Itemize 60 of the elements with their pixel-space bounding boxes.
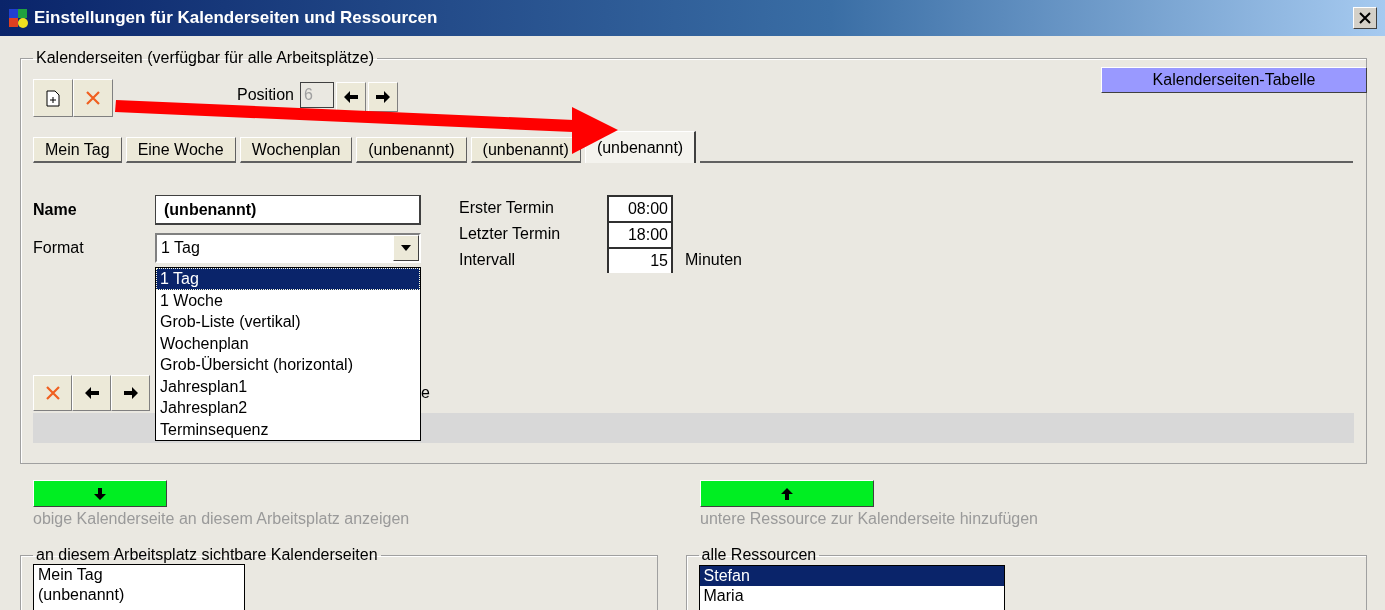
dropdown-option[interactable]: Wochenplan	[156, 332, 420, 354]
dropdown-option[interactable]: Terminsequenz	[156, 418, 420, 440]
move-left-button[interactable]	[72, 375, 111, 411]
tab[interactable]: (unbenannt)	[584, 131, 697, 163]
format-label: Format	[33, 239, 85, 257]
arrow-right-icon	[375, 91, 390, 103]
dropdown-option[interactable]: Grob-Übersicht (horizontal)	[156, 354, 420, 376]
arrow-up-icon	[781, 487, 793, 500]
time-label: Intervall	[459, 250, 517, 270]
move-right-button[interactable]	[367, 82, 398, 112]
name-field[interactable]: (unbenannt)	[155, 195, 421, 225]
hint-text: untere Ressource zur Kalenderseite hinzufügen	[700, 510, 1039, 528]
position-label: Position	[237, 86, 294, 104]
time-field[interactable]: 08:00	[607, 195, 673, 221]
format-dropdown[interactable]: 1 Tag	[155, 233, 421, 263]
tab[interactable]: (unbenannt)	[470, 137, 581, 163]
dropdown-option[interactable]: 1 Woche	[156, 289, 420, 311]
group-label: an diesem Arbeitsplatz sichtbare Kalenderseiten	[35, 546, 379, 564]
arrow-left-icon	[343, 91, 358, 103]
close-icon	[1359, 12, 1371, 24]
close-button[interactable]	[1353, 7, 1377, 29]
time-label: Letzter Termin	[459, 224, 562, 244]
remove-button[interactable]	[33, 375, 72, 411]
list-item[interactable]: (unbenannt)	[34, 585, 244, 605]
time-field[interactable]: 18:00	[607, 221, 673, 247]
arrow-left-icon	[84, 387, 99, 399]
time-field[interactable]: 15	[607, 247, 673, 273]
tab[interactable]: (unbenannt)	[356, 137, 467, 163]
list-item[interactable]: Mein Tag	[34, 565, 244, 585]
arrow-right-icon	[123, 387, 138, 399]
group-label: alle Ressourcen	[700, 546, 818, 564]
table-button[interactable]: Kalenderseiten-Tabelle	[1101, 67, 1367, 93]
label-text: e	[421, 384, 430, 402]
name-label: Name	[33, 201, 78, 219]
dropdown-option[interactable]: Grob-Liste (vertikal)	[156, 311, 420, 333]
dropdown-option[interactable]: Jahresplan1	[156, 375, 420, 397]
move-right-button[interactable]	[111, 375, 150, 411]
close-icon	[85, 90, 101, 106]
dropdown-option[interactable]: Jahresplan2	[156, 397, 420, 419]
arrow-down-icon	[94, 487, 106, 500]
list-item[interactable]: Stefan	[699, 566, 1004, 586]
tab[interactable]: Eine Woche	[125, 137, 236, 163]
add-button[interactable]	[700, 480, 874, 507]
tab[interactable]: Mein Tag	[33, 137, 122, 163]
list-item[interactable]: Maria	[699, 586, 1004, 606]
unit-label: Minuten	[684, 250, 742, 270]
group-label: Kalenderseiten (verfügbar für alle Arbeitsplätze)	[35, 49, 375, 67]
delete-button[interactable]	[73, 79, 113, 117]
tab[interactable]: Wochenplan	[239, 137, 353, 163]
dropdown-caret-icon	[401, 245, 411, 251]
add-button[interactable]	[33, 480, 167, 507]
close-icon	[44, 385, 61, 401]
hint-text: obige Kalenderseite an diesem Arbeitsplatz anzeigen	[33, 510, 411, 528]
dropdown-option[interactable]: 1 Tag	[156, 268, 420, 290]
new-page-button[interactable]	[33, 79, 73, 117]
move-left-button[interactable]	[335, 82, 366, 112]
puzzle-icon	[8, 7, 30, 29]
time-label: Erster Termin	[459, 198, 555, 218]
window-title: Einstellungen für Kalenderseiten und Ressourcen	[34, 8, 439, 28]
new-document-icon	[46, 89, 60, 107]
